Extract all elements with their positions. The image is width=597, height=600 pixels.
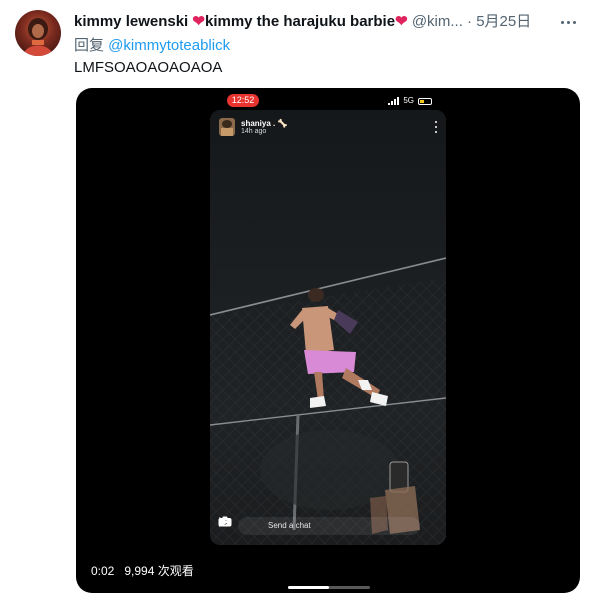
- user-avatar[interactable]: [15, 10, 61, 56]
- status-indicators: 5G: [388, 96, 432, 106]
- send-icon[interactable]: [219, 517, 438, 532]
- network-label: 5G: [403, 96, 414, 105]
- video-frame: 12:52 5G shaniya . 🦴 14h ago Send a chat: [210, 88, 446, 545]
- story-username: shaniya . 🦴: [241, 118, 288, 128]
- video-progress-bar[interactable]: [288, 586, 370, 589]
- heart-icon: ❤: [192, 13, 205, 30]
- story-menu-icon[interactable]: [434, 121, 438, 133]
- chat-input[interactable]: Send a chat: [238, 517, 420, 535]
- video-scene: shaniya . 🦴 14h ago Send a chat: [210, 110, 446, 545]
- user-handle[interactable]: @kim...: [412, 13, 463, 30]
- tweet-timestamp[interactable]: 5月25日: [476, 13, 531, 30]
- story-age: 14h ago: [241, 127, 267, 135]
- video-player[interactable]: 12:52 5G shaniya . 🦴 14h ago Send a chat…: [76, 88, 580, 593]
- story-meta: shaniya . 🦴 14h ago: [241, 119, 287, 136]
- fence-climb-image: [210, 257, 446, 545]
- reply-to-link[interactable]: @kimmytoteablick: [108, 37, 230, 54]
- signal-icon: [388, 97, 400, 105]
- reply-context: 回复 @kimmytoteablick: [74, 36, 230, 56]
- more-options-icon[interactable]: [557, 12, 579, 32]
- tweet-text: LMFSOAOAOAOAOA: [74, 59, 223, 76]
- story-avatar: [219, 118, 235, 136]
- battery-icon: [418, 97, 432, 105]
- heart-icon: ❤: [395, 13, 408, 30]
- chat-bar: Send a chat: [218, 516, 438, 536]
- reply-prefix: 回复: [74, 37, 109, 54]
- video-views: 9,994 次观看: [124, 564, 194, 578]
- tweet[interactable]: kimmy lewenski ❤kimmy the harajuku barbi…: [0, 0, 597, 600]
- video-elapsed: 0:02: [91, 564, 115, 578]
- separator-dot: ·: [467, 13, 473, 30]
- story-user[interactable]: shaniya . 🦴 14h ago: [219, 118, 287, 136]
- display-name[interactable]: kimmy lewenski ❤kimmy the harajuku barbi…: [74, 13, 408, 30]
- tweet-header: kimmy lewenski ❤kimmy the harajuku barbi…: [74, 12, 554, 32]
- video-controls: 0:02 9,994 次观看: [91, 564, 194, 578]
- video-progress-fill: [288, 586, 329, 589]
- avatar-image: [23, 18, 53, 56]
- status-time: 12:52: [227, 94, 259, 107]
